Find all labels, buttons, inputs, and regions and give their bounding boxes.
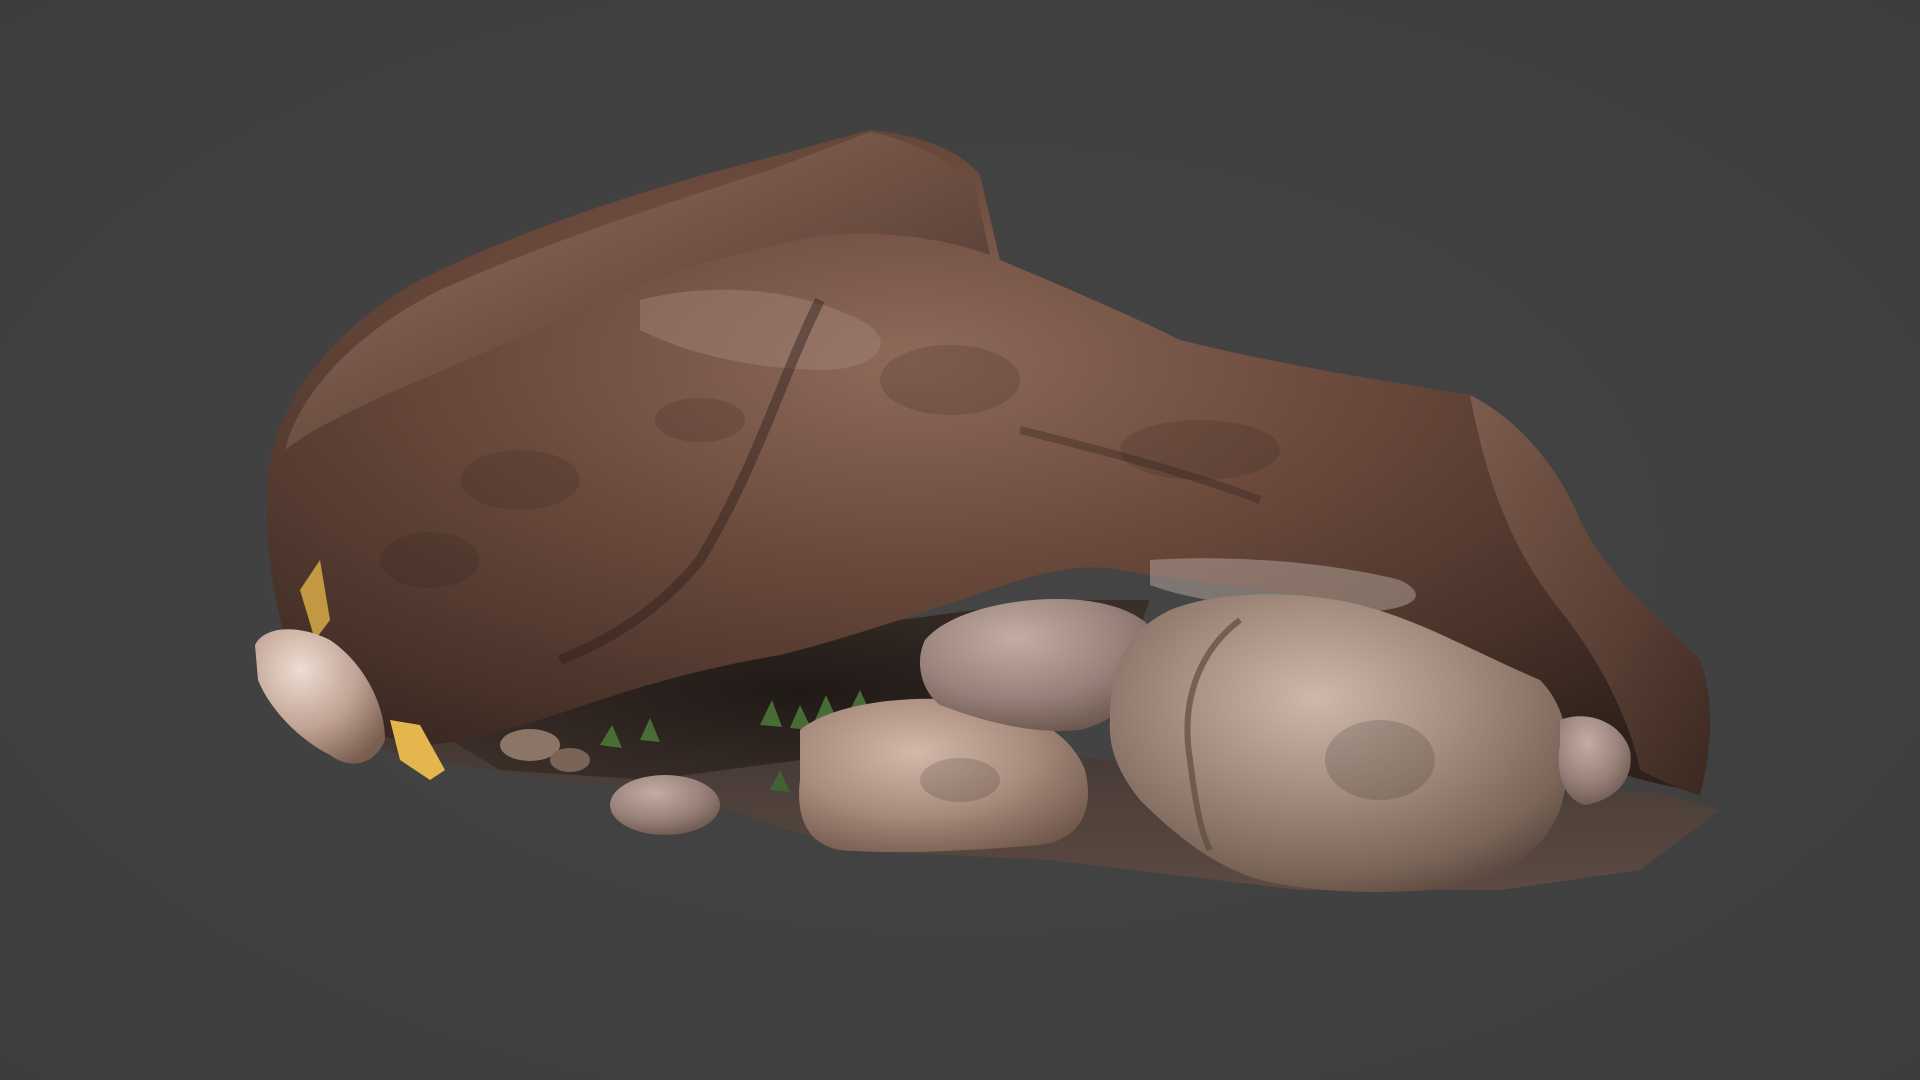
- pebble-3: [550, 748, 590, 772]
- pebble-1: [500, 729, 560, 761]
- 3d-viewport[interactable]: [0, 0, 1920, 1080]
- pebble-2: [610, 775, 720, 835]
- rock-shelter-model[interactable]: [0, 0, 1920, 1080]
